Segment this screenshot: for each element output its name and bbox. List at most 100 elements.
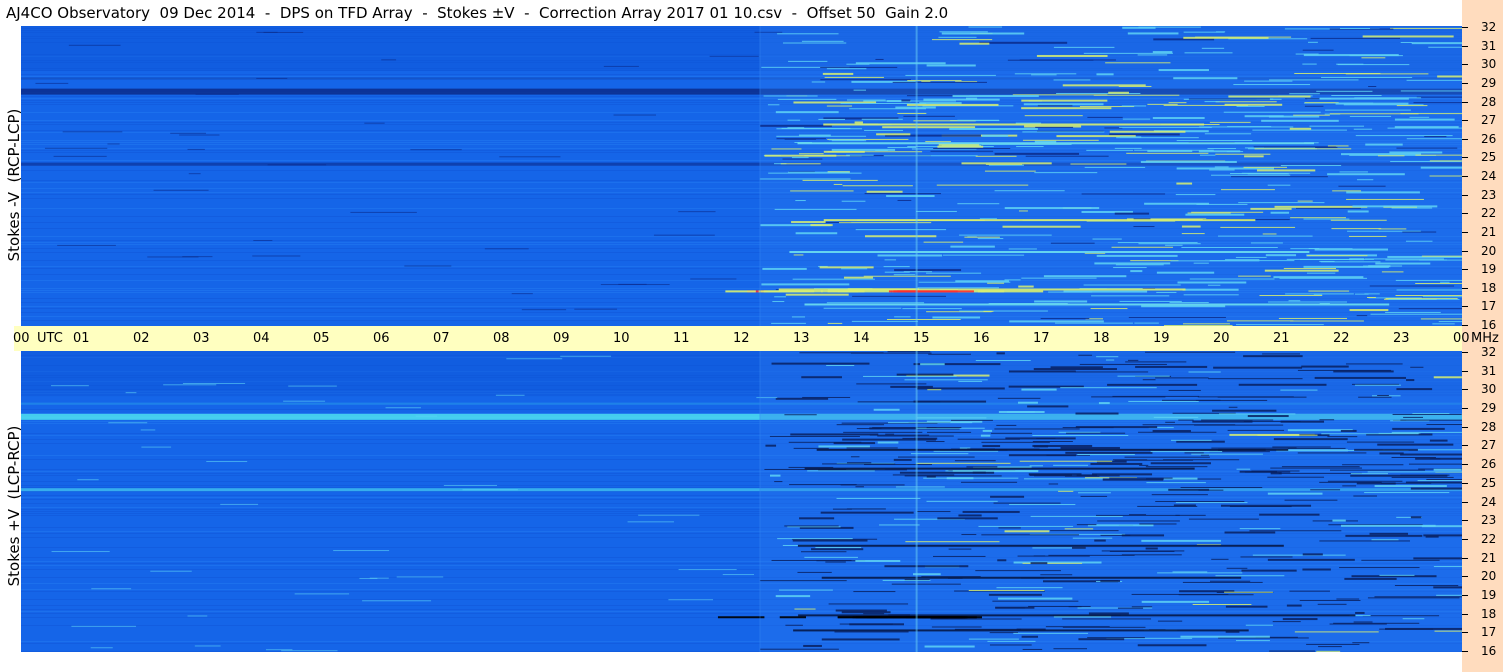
burst-streak <box>1181 225 1201 228</box>
burst-streak <box>1304 105 1324 107</box>
burst-streak <box>1018 210 1028 212</box>
burst-streak <box>932 316 981 319</box>
burst-streak <box>785 293 849 296</box>
burst-streak <box>1261 119 1339 122</box>
burst-streak <box>1236 468 1251 470</box>
burst-streak <box>767 104 780 106</box>
burst-streak <box>968 26 1003 28</box>
long-streak <box>816 448 1289 451</box>
burst-streak <box>1119 300 1182 302</box>
early-streak <box>44 147 108 149</box>
time-tick-2: 02 <box>133 331 150 346</box>
burst-streak <box>896 373 954 376</box>
burst-streak <box>1182 581 1263 583</box>
freq-top-tick-mark <box>1462 325 1468 326</box>
burst-streak <box>1250 207 1292 210</box>
spectrogram-bottom <box>21 351 1462 652</box>
burst-streak <box>877 254 943 257</box>
burst-streak <box>886 195 935 198</box>
burst-streak <box>768 172 862 174</box>
burst-streak <box>1290 320 1364 322</box>
burst-streak <box>836 424 885 426</box>
burst-streak <box>1165 421 1175 423</box>
burst-streak <box>846 462 872 464</box>
burst-streak <box>772 301 785 303</box>
freq-top-tick-mark <box>1462 82 1468 84</box>
burst-streak <box>1379 574 1415 576</box>
burst-streak <box>916 210 957 212</box>
hot-spot <box>717 616 765 619</box>
burst-streak <box>776 135 867 137</box>
burst-streak <box>1415 457 1462 460</box>
freq-bottom-tick-label: 32 <box>1481 345 1497 359</box>
burst-streak <box>873 408 900 411</box>
burst-streak <box>1259 295 1323 297</box>
burst-streak <box>1364 293 1380 295</box>
burst-streak <box>807 470 875 472</box>
burst-streak <box>1289 590 1330 592</box>
early-streak <box>265 649 293 651</box>
early-streak <box>613 114 657 116</box>
burst-streak <box>1356 315 1368 317</box>
burst-streak <box>1400 419 1462 421</box>
burst-streak <box>1341 153 1422 156</box>
early-streak <box>150 570 192 572</box>
early-streak <box>756 397 778 399</box>
burst-streak <box>1194 424 1284 426</box>
time-tick-14: 14 <box>853 331 870 346</box>
burst-streak <box>958 514 982 517</box>
burst-streak <box>861 118 903 120</box>
burst-streak <box>794 608 816 610</box>
burst-streak <box>959 42 990 45</box>
burst-streak <box>933 148 1011 150</box>
burst-streak <box>1144 202 1210 205</box>
early-streak <box>638 514 700 516</box>
burst-streak <box>1361 559 1440 561</box>
freq-bottom-tick-mark <box>1462 538 1468 540</box>
freq-top-tick-mark <box>1462 176 1468 177</box>
burst-streak <box>1076 524 1097 526</box>
burst-streak <box>1358 396 1392 398</box>
burst-streak <box>905 74 996 76</box>
burst-streak <box>791 221 826 224</box>
burst-streak <box>1268 301 1347 303</box>
freq-top-tick-label: 24 <box>1481 169 1497 183</box>
burst-streak <box>1018 285 1034 288</box>
burst-streak <box>952 95 1039 98</box>
burst-streak <box>1411 42 1462 45</box>
time-tick-11: 11 <box>673 331 690 346</box>
early-streak <box>495 394 525 396</box>
hot-spot <box>889 616 963 619</box>
time-tick-23: 23 <box>1393 331 1410 346</box>
burst-streak <box>784 525 839 527</box>
burst-streak <box>1284 499 1338 501</box>
early-streak <box>668 599 714 601</box>
burst-streak <box>864 235 937 238</box>
burst-streak <box>1204 101 1220 103</box>
burst-streak <box>903 115 955 117</box>
burst-streak <box>926 431 972 433</box>
burst-streak <box>925 141 951 143</box>
burst-streak <box>831 140 867 142</box>
burst-streak <box>785 624 803 626</box>
burst-streak <box>887 146 917 148</box>
burst-streak <box>982 445 1001 448</box>
burst-streak <box>1429 175 1462 177</box>
burst-streak <box>854 121 863 124</box>
burst-streak <box>863 613 885 615</box>
burst-streak <box>1212 409 1277 412</box>
burst-streak <box>989 644 1032 646</box>
burst-streak <box>1029 474 1072 477</box>
time-axis: 00 01 02 03 04 05 06 07 08 09 10 11 12 13 14 15 16 17 18 19… <box>13 326 1499 351</box>
burst-streak <box>923 241 964 243</box>
time-tick-8: 08 <box>493 331 510 346</box>
freq-top-tick-label: 21 <box>1481 224 1497 239</box>
burst-streak <box>1050 366 1103 369</box>
burst-streak <box>1375 262 1431 265</box>
early-streak <box>350 211 417 213</box>
burst-streak <box>901 99 911 102</box>
early-streak <box>71 625 137 627</box>
early-streak <box>364 122 385 124</box>
burst-streak <box>1155 377 1209 379</box>
burst-streak <box>1180 487 1263 489</box>
